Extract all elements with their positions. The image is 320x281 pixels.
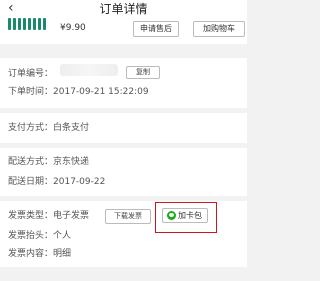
invoice-title-row: 发票抬头：个人 bbox=[8, 230, 71, 242]
product-thumbnail[interactable] bbox=[8, 18, 52, 32]
after-sale-button[interactable]: 申请售后 bbox=[133, 21, 179, 37]
delivery-date-row: 配送日期：2017-09-22 bbox=[8, 176, 105, 188]
invoice-type-row: 发票类型：电子发票 bbox=[8, 210, 89, 222]
invoice-type-value: 电子发票 bbox=[53, 211, 90, 221]
delivery-date-value: 2017-09-22 bbox=[53, 177, 106, 187]
add-to-cart-button[interactable]: 加购物车 bbox=[193, 21, 245, 37]
wechat-icon bbox=[167, 211, 176, 220]
copy-button[interactable]: 复制 bbox=[126, 66, 160, 79]
payment-value: 白条支付 bbox=[53, 123, 90, 133]
delivery-method-value: 京东快递 bbox=[53, 157, 90, 167]
delivery-method-label: 配送方式： bbox=[8, 157, 54, 167]
invoice-content-label: 发票内容： bbox=[8, 249, 54, 259]
invoice-content-value: 明细 bbox=[53, 249, 72, 259]
invoice-title-value: 个人 bbox=[53, 231, 72, 241]
delivery-method-row: 配送方式：京东快递 bbox=[8, 156, 89, 168]
payment-row: 支付方式：白条支付 bbox=[8, 122, 89, 134]
invoice-content-row: 发票内容：明细 bbox=[8, 248, 71, 260]
download-invoice-button[interactable]: 下载发票 bbox=[105, 209, 151, 224]
invoice-type-label: 发票类型： bbox=[8, 211, 54, 221]
order-info-section: 订单编号： 下单时间：2017-09-21 15:22:09 bbox=[0, 58, 247, 108]
delivery-section: 配送方式：京东快递 配送日期：2017-09-22 bbox=[0, 148, 247, 196]
order-time-value: 2017-09-21 15:22:09 bbox=[53, 87, 149, 97]
delivery-date-label: 配送日期： bbox=[8, 177, 54, 187]
product-price: ¥9.90 bbox=[60, 23, 86, 33]
order-number-value bbox=[60, 64, 118, 76]
product-row: ¥9.90 申请售后 加购物车 bbox=[0, 18, 247, 44]
order-time-row: 下单时间：2017-09-21 15:22:09 bbox=[8, 86, 149, 98]
add-to-card-package-button[interactable]: 加卡包 bbox=[162, 208, 208, 223]
payment-section: 支付方式：白条支付 bbox=[0, 113, 247, 143]
order-number-label: 订单编号： bbox=[8, 69, 54, 79]
nav-bar: ‹ 订单详情 bbox=[0, 0, 247, 18]
order-time-label: 下单时间： bbox=[8, 87, 54, 97]
add-to-card-label: 加卡包 bbox=[178, 211, 202, 220]
payment-label: 支付方式： bbox=[8, 123, 54, 133]
invoice-title-label: 发票抬头： bbox=[8, 231, 54, 241]
page-title: 订单详情 bbox=[99, 2, 148, 16]
